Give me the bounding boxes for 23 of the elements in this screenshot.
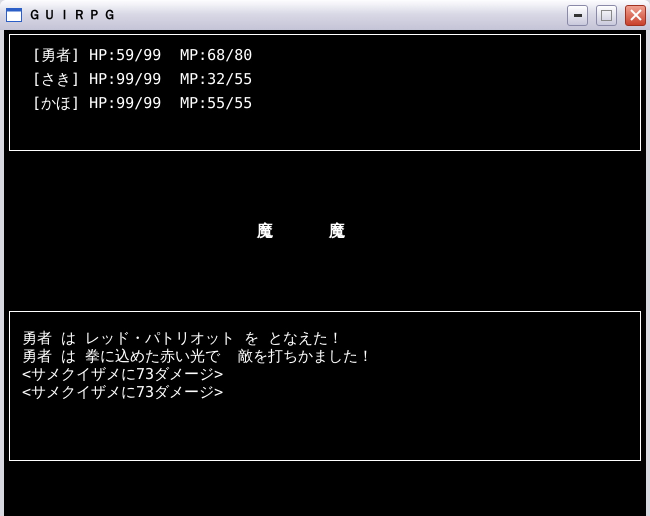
- maximize-button[interactable]: [596, 4, 617, 26]
- window-title: ＧＵＩＲＰＧ: [28, 7, 118, 24]
- member-name: [さき]: [32, 69, 80, 90]
- battle-message: <サメクイザメに73ダメージ>: [22, 365, 224, 383]
- hp-value: HP:59/99: [89, 45, 162, 66]
- hp-value: HP:99/99: [89, 69, 162, 90]
- enemy-label: 魔: [329, 220, 345, 242]
- hp-value: HP:99/99: [89, 93, 162, 114]
- minimize-button[interactable]: [567, 4, 588, 26]
- mp-value: MP:55/55: [180, 93, 252, 114]
- close-icon: [630, 9, 642, 21]
- enemy-label: 魔: [257, 220, 273, 242]
- member-name: [勇者]: [32, 45, 80, 66]
- battle-message: 勇者 は 拳に込めた赤い光で 敵を打ちかました！: [22, 347, 374, 365]
- member-name: [かほ]: [32, 93, 80, 114]
- maximize-icon: [601, 10, 612, 20]
- close-button[interactable]: [625, 4, 646, 26]
- window-icon: [6, 8, 22, 22]
- battle-message: 勇者 は レッド・パトリオット を となえた！: [22, 329, 344, 347]
- minimize-icon: [574, 14, 582, 16]
- battle-message: <サメクイザメに73ダメージ>: [22, 383, 224, 401]
- mp-value: MP:32/55: [180, 69, 252, 90]
- mp-value: MP:68/80: [180, 45, 252, 66]
